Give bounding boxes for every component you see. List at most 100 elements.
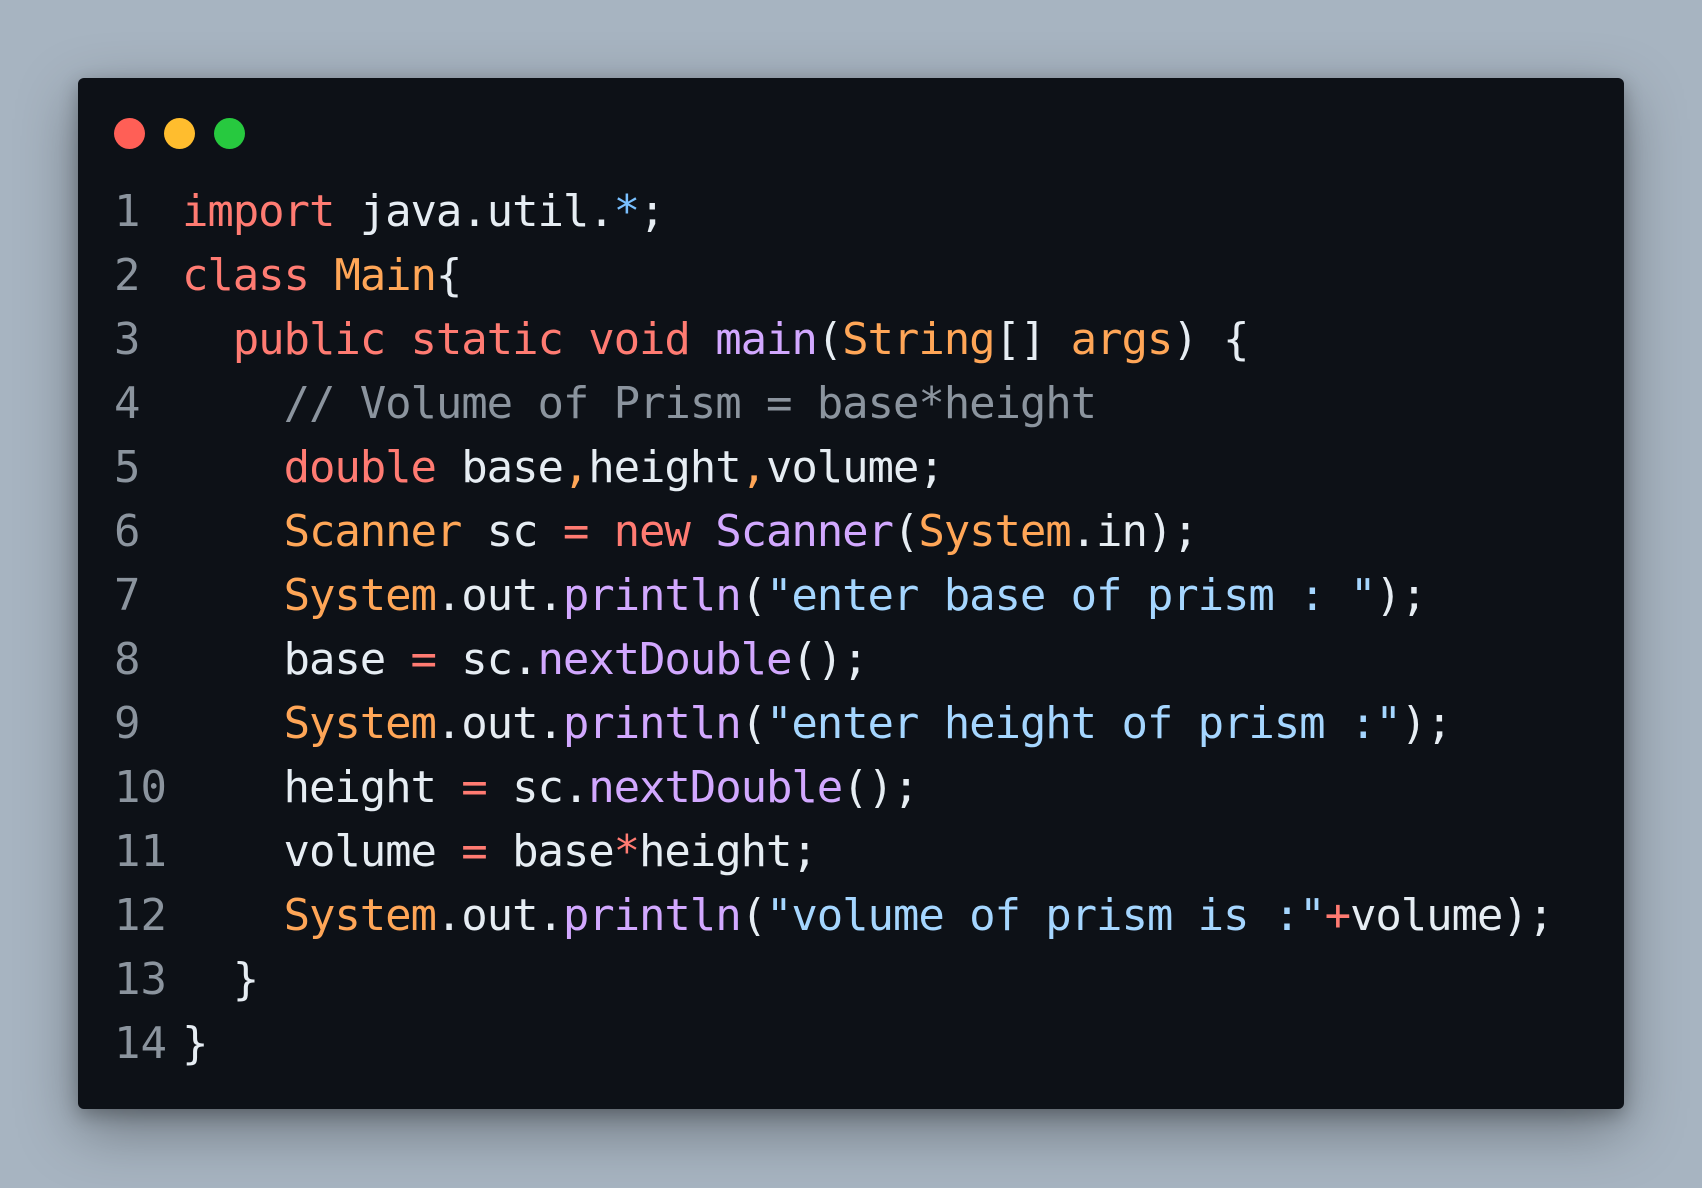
code-text: base = sc.nextDouble(); <box>182 628 1624 692</box>
close-dot-icon[interactable] <box>114 118 145 149</box>
code-token: "enter height of prism :" <box>765 698 1402 749</box>
code-token: String <box>842 314 995 365</box>
code-token: volume); <box>1349 890 1554 941</box>
code-token: height; <box>639 826 818 877</box>
line-number: 14 <box>114 1018 167 1069</box>
code-token: println <box>562 698 742 749</box>
code-text: class Main{ <box>182 244 1624 308</box>
code-text: } <box>182 948 1624 1012</box>
line-number: 11 <box>114 826 167 877</box>
code-token: Main <box>334 250 437 301</box>
code-line: 3 public static void main(String[] args)… <box>78 308 1624 372</box>
code-token: sc <box>461 506 563 557</box>
line-number: 12 <box>114 890 167 941</box>
code-token: * <box>613 826 641 877</box>
code-token: { <box>435 250 463 301</box>
code-token: java.util. <box>334 186 615 237</box>
code-line: 9 System.out.println("enter height of pr… <box>78 692 1624 756</box>
code-token: System <box>283 570 437 621</box>
code-token: = <box>461 826 488 877</box>
code-text: System.out.println("enter base of prism … <box>182 564 1624 628</box>
code-token: base <box>182 634 411 685</box>
code-token: ) { <box>1172 314 1249 365</box>
code-token: = <box>461 762 488 813</box>
code-token: System <box>918 506 1071 557</box>
code-token: [] <box>994 314 1071 365</box>
code-token: class <box>182 250 310 301</box>
code-token: ; <box>639 186 666 237</box>
code-line: 14} <box>78 1012 1624 1076</box>
code-line: 8 base = sc.nextDouble(); <box>78 628 1624 692</box>
minimize-dot-icon[interactable] <box>164 118 195 149</box>
code-token: Scanner <box>283 506 463 557</box>
code-text: Scanner sc = new Scanner(System.in); <box>182 500 1624 564</box>
code-token: ); <box>1375 570 1427 621</box>
code-token: ( <box>892 506 920 557</box>
code-token: = <box>562 506 590 557</box>
maximize-dot-icon[interactable] <box>214 118 245 149</box>
code-token: static <box>410 314 564 365</box>
code-token: ( <box>740 570 768 621</box>
code-token: double <box>283 442 437 493</box>
code-token: "enter base of prism : " <box>765 570 1376 621</box>
line-number: 7 <box>114 570 141 621</box>
code-token: Scanner <box>715 506 894 557</box>
code-token: (); <box>791 634 868 685</box>
code-line: 5 double base,height,volume; <box>78 436 1624 500</box>
code-token: void <box>588 314 691 365</box>
line-number: 9 <box>114 698 141 749</box>
code-token: sc. <box>435 634 538 685</box>
code-token: import <box>182 186 335 237</box>
code-token: , <box>562 442 590 493</box>
line-number: 2 <box>114 250 141 301</box>
code-token: ( <box>740 698 768 749</box>
code-token: * <box>613 186 641 237</box>
code-line: 4 // Volume of Prism = base*height <box>78 372 1624 436</box>
code-token: volume; <box>765 442 945 493</box>
code-token: .out. <box>435 698 564 749</box>
code-token: ); <box>1400 698 1453 749</box>
code-text: import java.util.*; <box>182 180 1624 244</box>
line-number: 1 <box>114 186 141 237</box>
code-token: height <box>588 442 741 493</box>
window-controls <box>114 118 245 149</box>
code-token: nextDouble <box>588 762 843 813</box>
code-token: volume <box>182 826 462 877</box>
code-line: 10 height = sc.nextDouble(); <box>78 756 1624 820</box>
code-token: } <box>182 954 260 1005</box>
line-number: 5 <box>114 442 141 493</box>
code-block: 1 import java.util.*; 2 class Main{3 public… <box>78 180 1624 1076</box>
code-token: new <box>613 506 691 557</box>
code-text: } <box>182 1012 1624 1076</box>
code-token: .out. <box>435 890 564 941</box>
code-token: height <box>182 762 462 813</box>
code-token: ( <box>816 314 844 365</box>
line-number: 13 <box>114 954 167 1005</box>
code-token: "volume of prism is :" <box>765 890 1326 941</box>
code-text: System.out.println("enter height of pris… <box>182 692 1624 756</box>
code-token: println <box>562 890 742 941</box>
code-token: , <box>740 442 768 493</box>
code-token: = <box>410 634 438 685</box>
code-line: 11 volume = base*height; <box>78 820 1624 884</box>
code-token: .out. <box>435 570 564 621</box>
code-token: System <box>283 890 437 941</box>
code-token: + <box>1324 890 1352 941</box>
code-text: // Volume of Prism = base*height <box>182 372 1624 436</box>
code-line: 1 import java.util.*; <box>78 180 1624 244</box>
code-token: System <box>283 698 437 749</box>
code-text: volume = base*height; <box>182 820 1624 884</box>
code-window: 1 import java.util.*; 2 class Main{3 public… <box>78 78 1624 1109</box>
code-token: base <box>486 826 615 877</box>
code-token: .in); <box>1070 506 1199 557</box>
